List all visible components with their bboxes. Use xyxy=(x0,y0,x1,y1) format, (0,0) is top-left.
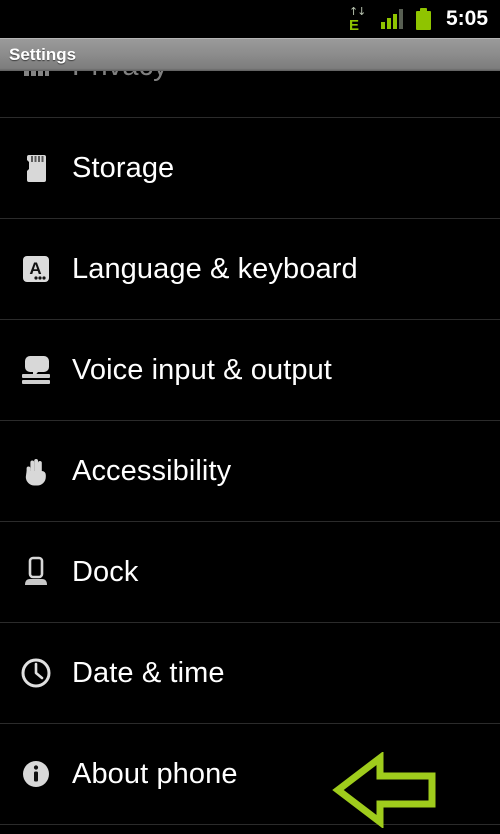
battery-full-icon xyxy=(415,8,431,30)
data-transfer-arrows-icon: ↑↓ xyxy=(348,5,366,18)
list-item-label: About phone xyxy=(72,757,238,790)
sd-card-icon xyxy=(0,150,72,186)
android-settings-screen: ↑↓ E 5:05 Settings Storage A Language & … xyxy=(0,0,500,834)
list-item-voice-input-output[interactable]: Voice input & output xyxy=(0,320,500,421)
status-bar: ↑↓ E 5:05 xyxy=(0,0,500,38)
list-item-label: Date & time xyxy=(72,656,225,689)
settings-list[interactable]: Privacy Storage A xyxy=(0,71,500,834)
list-item-language-keyboard[interactable]: A Language & keyboard xyxy=(0,219,500,320)
clock-icon xyxy=(0,655,72,691)
hand-icon xyxy=(0,453,72,489)
list-item-date-time[interactable]: Date & time xyxy=(0,623,500,724)
svg-text:A: A xyxy=(29,259,41,278)
edge-data-icon: ↑↓ E xyxy=(346,5,368,34)
list-item-storage[interactable]: Storage xyxy=(0,118,500,219)
list-item-label: Language & keyboard xyxy=(72,252,358,285)
status-bar-clock: 5:05 xyxy=(445,7,488,30)
list-item-dock[interactable]: Dock xyxy=(0,522,500,623)
signal-bars-icon xyxy=(380,9,403,29)
list-item-label: Privacy xyxy=(72,71,168,83)
list-item-label: Storage xyxy=(72,151,175,184)
list-item-privacy[interactable]: Privacy xyxy=(0,71,500,118)
list-item-label: Voice input & output xyxy=(72,353,332,386)
info-circle-icon xyxy=(0,756,72,792)
list-item-label: Dock xyxy=(72,555,139,588)
speech-bubble-icon xyxy=(0,352,72,388)
title-bar: Settings xyxy=(0,38,500,71)
keyboard-key-a-icon: A xyxy=(0,251,72,287)
left-pointing-arrow-annotation xyxy=(332,752,436,828)
privacy-icon xyxy=(0,71,72,85)
page-title: Settings xyxy=(9,45,77,64)
list-item-accessibility[interactable]: Accessibility xyxy=(0,421,500,522)
list-item-label: Accessibility xyxy=(72,454,232,487)
phone-dock-icon xyxy=(0,554,72,590)
edge-letter-label: E xyxy=(348,17,359,34)
